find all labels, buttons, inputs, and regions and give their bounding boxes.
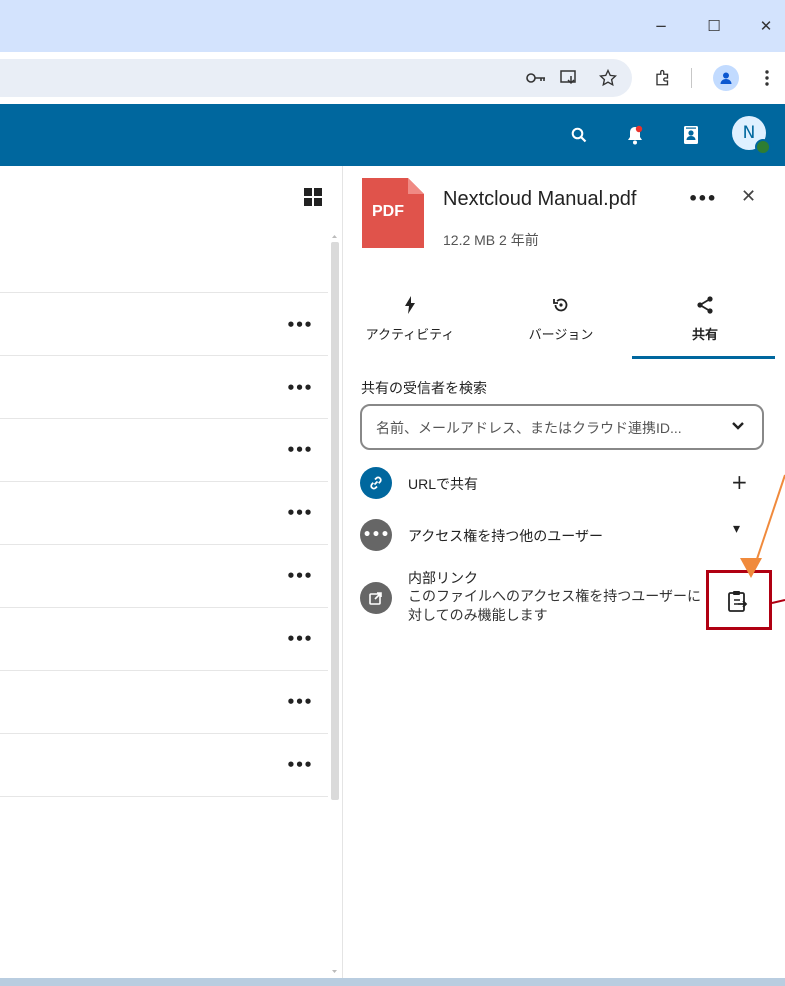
more-users-icon: •••: [360, 519, 392, 551]
row-divider: [0, 481, 328, 482]
grid-view-icon[interactable]: [304, 188, 322, 206]
notifications-icon[interactable]: [618, 118, 652, 152]
app-header: [0, 104, 785, 166]
share-icon: [640, 296, 770, 318]
row-divider: [0, 544, 328, 545]
install-app-icon[interactable]: [555, 64, 583, 92]
sidebar-close-button[interactable]: ✕: [741, 186, 756, 207]
tab-activity-label: アクティビティ: [365, 327, 455, 342]
tab-versions[interactable]: バージョン: [496, 296, 626, 356]
row-divider: [0, 670, 328, 671]
row-divider: [0, 796, 328, 797]
tab-versions-label: バージョン: [528, 327, 594, 342]
history-icon: [496, 296, 626, 318]
pdf-badge-label: PDF: [372, 203, 404, 220]
tab-sharing[interactable]: 共有: [640, 296, 770, 356]
scrollbar-thumb[interactable]: [331, 242, 339, 800]
file-row-actions-button[interactable]: •••: [286, 756, 313, 774]
file-row-actions-button[interactable]: •••: [286, 504, 313, 522]
file-name: Nextcloud Manual.pdf: [443, 188, 637, 210]
external-link-icon: [360, 582, 392, 614]
file-row-actions-button[interactable]: •••: [286, 316, 313, 334]
status-online-badge: [755, 139, 771, 155]
tab-activity[interactable]: アクティビティ: [345, 296, 475, 356]
row-divider: [0, 733, 328, 734]
file-row-actions-button[interactable]: •••: [286, 567, 313, 585]
file-row-actions-button[interactable]: •••: [286, 630, 313, 648]
sidebar-more-button[interactable]: •••: [688, 189, 717, 208]
star-icon[interactable]: [594, 64, 622, 92]
internal-link-row: [360, 582, 400, 614]
minimize-button[interactable]: −: [647, 14, 675, 38]
annotation-arrow: [740, 474, 785, 604]
profile-icon[interactable]: [713, 65, 739, 91]
maximize-button[interactable]: ☐: [700, 14, 728, 38]
sharee-search-title: 共有の受信者を検索: [361, 380, 487, 396]
link-icon: [360, 467, 392, 499]
key-icon[interactable]: [522, 64, 550, 92]
internal-link-description: このファイルへのアクセス権を持つユーザーに対してのみ機能します: [408, 588, 702, 623]
search-placeholder: 名前、メールアドレス、またはクラウド連携ID...: [376, 420, 682, 436]
search-icon[interactable]: [562, 118, 596, 152]
contacts-icon[interactable]: [674, 118, 708, 152]
others-with-access-label: アクセス権を持つ他のユーザー: [408, 528, 604, 544]
row-divider: [0, 355, 328, 356]
file-row-actions-button[interactable]: •••: [286, 693, 313, 711]
toolbar-divider: [691, 68, 692, 88]
share-link-label: URLで共有: [408, 476, 479, 492]
row-divider: [0, 292, 328, 293]
file-row-actions-button[interactable]: •••: [286, 441, 313, 459]
chevron-down-icon[interactable]: [730, 418, 746, 434]
tab-sharing-label: 共有: [691, 327, 718, 342]
active-tab-indicator: [632, 356, 775, 359]
lightning-icon: [345, 296, 475, 318]
row-divider: [0, 418, 328, 419]
file-meta: 12.2 MB 2 年前: [443, 232, 539, 248]
row-divider: [0, 607, 328, 608]
menu-icon[interactable]: [753, 64, 781, 92]
close-window-button[interactable]: ✕: [752, 14, 780, 38]
internal-link-title: 内部リンク: [408, 570, 478, 586]
file-row-actions-button[interactable]: •••: [286, 379, 313, 397]
extensions-icon[interactable]: [649, 64, 677, 92]
